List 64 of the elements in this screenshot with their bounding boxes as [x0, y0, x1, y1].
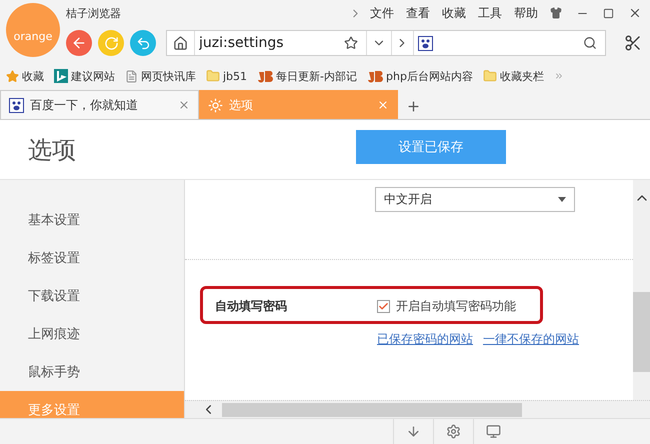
sidebar-item[interactable]: 标签设置 — [0, 239, 184, 277]
browser-tab[interactable]: 百度一下，你就知道 — [0, 90, 199, 119]
bookmark-link[interactable]: 建议网站 — [54, 68, 115, 84]
sidebar-item[interactable]: 基本设置 — [0, 201, 184, 239]
sidebar-item[interactable]: 上网痕迹 — [0, 315, 184, 353]
settings-link[interactable]: 已保存密码的网站 — [377, 331, 473, 348]
bookmark-link[interactable]: 每日更新-内部记 — [257, 68, 358, 84]
sidebar-item[interactable]: 下载设置 — [0, 277, 184, 315]
download-arrow-icon — [406, 424, 421, 439]
b-logo-icon — [54, 69, 68, 83]
dropdown-arrow-icon — [558, 197, 566, 202]
settings-icon — [446, 424, 461, 439]
check-icon — [378, 301, 389, 312]
back-button[interactable] — [66, 30, 92, 56]
logo: orange — [6, 3, 60, 57]
bookmark-link[interactable]: 网页快讯库 — [125, 68, 196, 84]
tab-label: 百度一下，你就知道 — [30, 96, 139, 114]
return-arrow-icon — [136, 36, 150, 50]
scroll-thumb[interactable] — [633, 292, 650, 372]
settings-link[interactable]: 一律不保存的网站 — [483, 331, 579, 348]
page-icon — [125, 70, 138, 82]
menu-item[interactable]: 查看 — [406, 4, 430, 22]
maximize-icon[interactable] — [603, 8, 614, 18]
horizontal-scrollbar[interactable] — [185, 400, 650, 418]
back-arrow-icon — [71, 35, 87, 51]
more-icon[interactable] — [554, 71, 564, 81]
monitor-icon — [486, 424, 501, 439]
checkbox[interactable] — [377, 300, 390, 313]
jb-logo-icon — [257, 70, 274, 82]
paw-icon — [9, 98, 24, 112]
jb-logo-icon — [367, 70, 384, 82]
bookmark-link[interactable]: jb51 — [206, 69, 248, 83]
menu-item[interactable]: 文件 — [370, 4, 394, 22]
window-title: 桔子浏览器 — [66, 6, 122, 20]
menu-item[interactable]: 工具 — [478, 4, 502, 22]
vertical-scrollbar[interactable] — [633, 180, 650, 400]
return-button[interactable] — [130, 30, 156, 56]
scroll-thumb[interactable] — [222, 402, 522, 416]
star-icon[interactable] — [344, 36, 358, 50]
bookmark-link[interactable]: php后台网站内容 — [367, 68, 473, 84]
bookmark-link[interactable]: 收藏 — [6, 68, 44, 84]
refresh-icon — [104, 36, 118, 50]
menu-item[interactable]: 收藏 — [442, 4, 466, 22]
scissors-icon[interactable] — [624, 34, 642, 52]
language-select[interactable]: 中文开启 — [375, 187, 575, 212]
star-icon — [6, 70, 19, 82]
search-icon[interactable] — [583, 36, 597, 50]
plus-icon — [406, 98, 421, 114]
folder-icon — [206, 69, 220, 83]
checkbox-label: 开启自动填写密码功能 — [396, 298, 516, 315]
shirt-icon[interactable] — [550, 7, 562, 19]
setting-label: 自动填写密码 — [215, 298, 288, 315]
folder-icon — [482, 69, 497, 83]
menu-item[interactable]: 帮助 — [514, 4, 538, 22]
paw-icon — [418, 36, 432, 50]
close-icon[interactable] — [178, 99, 190, 111]
page-title: 选项 — [28, 134, 77, 166]
chevron-down-icon[interactable] — [366, 31, 392, 55]
tab-label: 选项 — [229, 96, 254, 114]
bookmark-link[interactable]: 收藏夹栏 — [482, 68, 544, 84]
sidebar-item[interactable]: 鼠标手势 — [0, 353, 184, 391]
address-bar[interactable]: juzi:settings — [166, 30, 606, 56]
close-icon[interactable] — [628, 6, 642, 20]
sun-icon — [208, 98, 223, 112]
